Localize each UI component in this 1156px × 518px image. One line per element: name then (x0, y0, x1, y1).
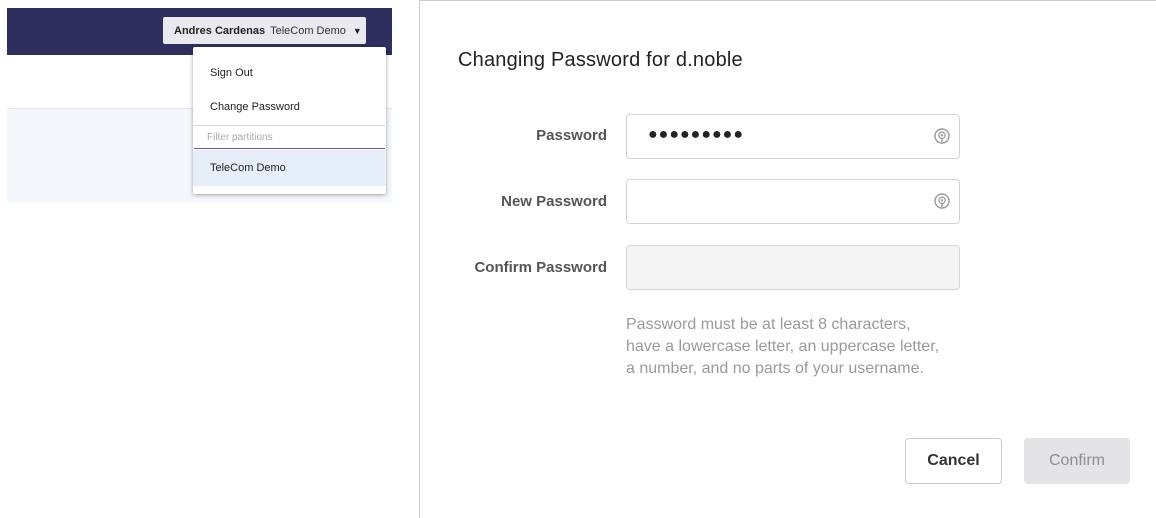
user-name: Andres Cardenas (174, 24, 266, 37)
caret-down-icon: ▼ (352, 25, 362, 36)
eye-icon[interactable] (933, 192, 951, 210)
password-requirements-hint: Password must be at least 8 characters, … (626, 316, 940, 377)
confirm-password-input[interactable] (626, 245, 960, 290)
password-mask: ●●●●●●●●● (648, 126, 744, 143)
new-password-input[interactable] (626, 179, 960, 224)
menu-item-change-password[interactable]: Change Password (193, 89, 386, 124)
password-input[interactable]: ●●●●●●●●● (626, 114, 960, 159)
current-partition: TeleCom Demo (270, 24, 346, 37)
dialog-title: Changing Password for d.noble (458, 49, 743, 71)
confirm-button[interactable]: Confirm (1024, 438, 1130, 484)
menu-item-sign-out[interactable]: Sign Out (193, 55, 386, 90)
partition-item-telecom-demo[interactable]: TeleCom Demo (193, 150, 386, 186)
password-label: Password (536, 127, 607, 144)
filter-partitions-input[interactable] (194, 125, 385, 149)
user-dropdown-menu: Sign Out Change Password TeleCom Demo (193, 47, 386, 194)
eye-icon[interactable] (933, 127, 951, 145)
change-password-dialog: Changing Password for d.noble Password ●… (419, 0, 1156, 518)
confirm-password-label: Confirm Password (474, 259, 607, 276)
app-background-panel: Andres Cardenas TeleCom Demo ▼ Sign Out … (0, 0, 392, 210)
cancel-button[interactable]: Cancel (905, 438, 1002, 484)
user-menu-button[interactable]: Andres Cardenas TeleCom Demo ▼ (163, 17, 366, 44)
new-password-label: New Password (501, 193, 607, 210)
